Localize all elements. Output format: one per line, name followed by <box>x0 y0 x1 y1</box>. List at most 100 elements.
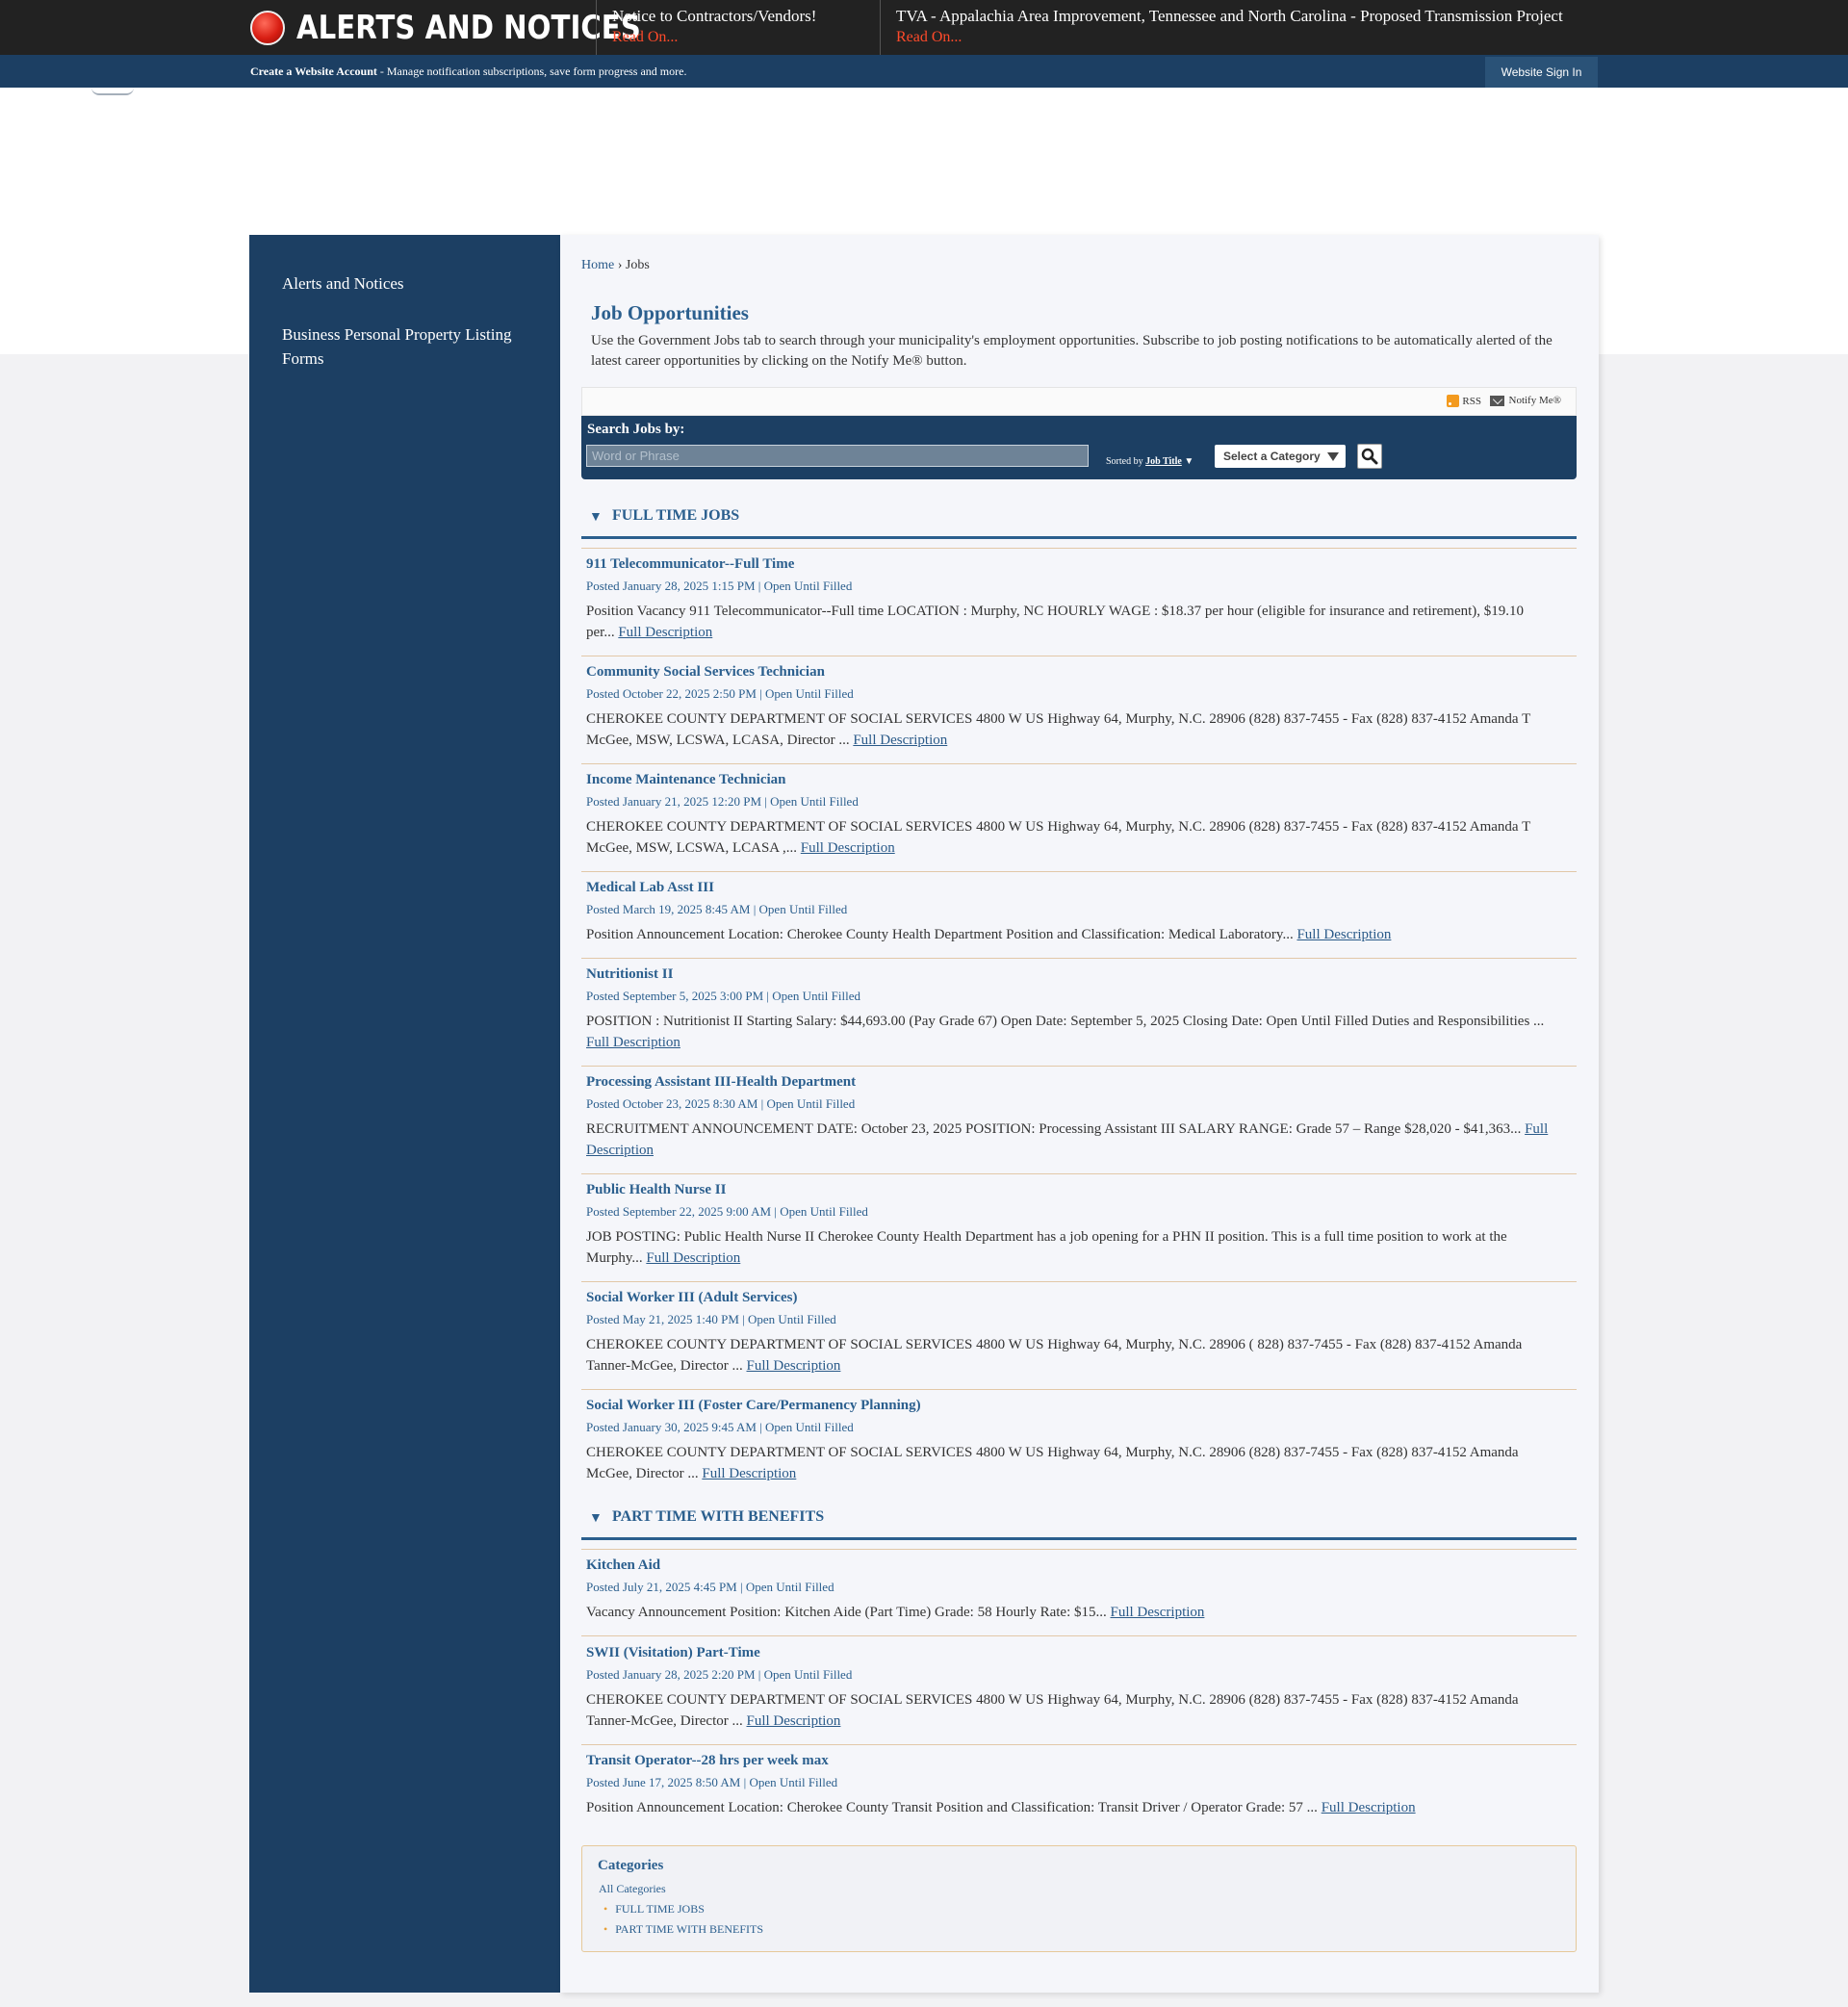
category-title: PART TIME WITH BENEFITS <box>612 1508 825 1525</box>
create-account-banner: Create a Website Account - Manage notifi… <box>250 55 686 88</box>
sidebar-item-business-personal-property[interactable]: Business Personal Property Listing Forms <box>282 322 542 371</box>
job-title-link[interactable]: Transit Operator--28 hrs per week max <box>586 1753 829 1769</box>
job-posted-meta: Posted June 17, 2025 8:50 AM | Open Unti… <box>586 1775 838 1789</box>
collapse-toggle-icon[interactable]: ▼ <box>589 1511 603 1527</box>
job-description-text: CHEROKEE COUNTY DEPARTMENT OF SOCIAL SER… <box>586 711 1530 748</box>
envelope-icon <box>1489 395 1504 406</box>
alert-bar: ALERTS AND NOTICES Notice to Contractors… <box>0 0 1848 55</box>
breadcrumb-current: Jobs <box>625 258 650 272</box>
alert-item[interactable]: TVA - Appalachia Area Improvement, Tenne… <box>880 0 1563 55</box>
job-listing: Kitchen Aid Posted July 21, 2025 4:45 PM… <box>581 1557 1577 1636</box>
job-description: CHEROKEE COUNTY DEPARTMENT OF SOCIAL SER… <box>586 1690 1553 1732</box>
alert-item[interactable]: Notice to Contractors/Vendors! Read On..… <box>596 0 816 55</box>
full-description-link[interactable]: Full Description <box>1296 927 1391 942</box>
full-description-link[interactable]: Full Description <box>586 1035 680 1050</box>
website-sign-in-button[interactable]: Website Sign In <box>1485 57 1598 88</box>
full-description-link[interactable]: Full Description <box>618 625 712 640</box>
category-header-part-time[interactable]: ▼ PART TIME WITH BENEFITS <box>581 1504 1577 1550</box>
sort-arrow-icon[interactable]: ▼ <box>1184 456 1194 467</box>
job-title-link[interactable]: Social Worker III (Adult Services) <box>586 1290 797 1306</box>
job-description-text: POSITION : Nutritionist II Starting Sala… <box>586 1014 1545 1029</box>
category-title: FULL TIME JOBS <box>612 507 740 524</box>
job-title-link[interactable]: Income Maintenance Technician <box>586 772 786 788</box>
job-title-link[interactable]: 911 Telecommunicator--Full Time <box>586 556 794 573</box>
account-bar: Create a Website Account - Manage notifi… <box>0 55 1848 88</box>
feed-bar: RSS Notify Me® <box>581 387 1577 416</box>
job-title-link[interactable]: Medical Lab Asst III <box>586 880 714 896</box>
categories-box: Categories All Categories FULL TIME JOBS… <box>581 1845 1577 1952</box>
rss-label: RSS <box>1462 395 1481 407</box>
job-posted-meta: Posted May 21, 2025 1:40 PM | Open Until… <box>586 1312 836 1326</box>
category-link-full-time[interactable]: FULL TIME JOBS <box>603 1902 705 1917</box>
create-account-description: - Manage notification subscriptions, sav… <box>376 64 687 78</box>
job-posted-meta: Posted January 21, 2025 12:20 PM | Open … <box>586 794 859 809</box>
job-posted-meta: Posted January 28, 2025 2:20 PM | Open U… <box>586 1667 853 1682</box>
search-icon <box>1361 448 1378 465</box>
job-description-text: Position Vacancy 911 Telecommunicator--F… <box>586 604 1525 640</box>
alert-item-title[interactable]: Notice to Contractors/Vendors! <box>612 6 816 27</box>
job-title-link[interactable]: Community Social Services Technician <box>586 664 825 681</box>
job-description-text: Vacancy Announcement Position: Kitchen A… <box>586 1605 1111 1620</box>
breadcrumb-home-link[interactable]: Home <box>581 258 614 272</box>
job-title-link[interactable]: Nutritionist II <box>586 966 673 983</box>
rss-icon <box>1447 395 1460 407</box>
search-input[interactable] <box>586 445 1089 467</box>
job-posted-meta: Posted January 30, 2025 9:45 AM | Open U… <box>586 1420 854 1434</box>
job-description: Position Announcement Location: Cherokee… <box>586 925 1553 946</box>
categories-title: Categories <box>598 1858 664 1873</box>
full-description-link[interactable]: Full Description <box>702 1466 796 1481</box>
job-description-text: Position Announcement Location: Cherokee… <box>586 927 1297 942</box>
category-link-part-time[interactable]: PART TIME WITH BENEFITS <box>603 1922 763 1937</box>
alerts-heading: ALERTS AND NOTICES <box>250 0 641 55</box>
job-description-text: RECRUITMENT ANNOUNCEMENT DATE: October 2… <box>586 1121 1526 1137</box>
alert-read-on-link[interactable]: Read On... <box>896 27 1563 48</box>
job-description-text: CHEROKEE COUNTY DEPARTMENT OF SOCIAL SER… <box>586 819 1530 856</box>
notify-me-label: Notify Me® <box>1508 395 1562 406</box>
notify-me-link[interactable]: Notify Me® <box>1489 395 1562 406</box>
full-description-link[interactable]: Full Description <box>1322 1800 1416 1815</box>
job-description: JOB POSTING: Public Health Nurse II Cher… <box>586 1227 1553 1269</box>
category-select[interactable]: Select a Category <box>1215 445 1346 468</box>
alert-item-title[interactable]: TVA - Appalachia Area Improvement, Tenne… <box>896 6 1563 27</box>
alert-icon <box>250 10 285 45</box>
job-listing: SWII (Visitation) Part-Time Posted Janua… <box>581 1645 1577 1745</box>
job-listing: Social Worker III (Foster Care/Permanenc… <box>581 1398 1577 1494</box>
alert-read-on-link[interactable]: Read On... <box>612 27 816 48</box>
main-content: Home › Jobs Job Opportunities Use the Go… <box>560 235 1599 1993</box>
full-description-link[interactable]: Full Description <box>646 1250 740 1266</box>
job-title-link[interactable]: Kitchen Aid <box>586 1557 660 1574</box>
sorted-by-prefix: Sorted by <box>1106 456 1143 467</box>
job-description-text: Position Announcement Location: Cherokee… <box>586 1800 1322 1815</box>
job-title-link[interactable]: Public Health Nurse II <box>586 1182 726 1198</box>
collapse-toggle-icon[interactable]: ▼ <box>589 510 603 526</box>
job-posted-meta: Posted October 23, 2025 8:30 AM | Open U… <box>586 1096 856 1111</box>
job-listing: Processing Assistant III-Health Departme… <box>581 1074 1577 1174</box>
job-description: CHEROKEE COUNTY DEPARTMENT OF SOCIAL SER… <box>586 709 1553 751</box>
all-categories-link[interactable]: All Categories <box>599 1882 666 1896</box>
search-label: Search Jobs by: <box>587 422 685 437</box>
job-listing: Transit Operator--28 hrs per week max Po… <box>581 1753 1577 1832</box>
category-header-full-time[interactable]: ▼ FULL TIME JOBS <box>581 502 1577 549</box>
logo[interactable] <box>91 88 134 95</box>
full-description-link[interactable]: Full Description <box>801 840 895 856</box>
sidebar-item-alerts-and-notices[interactable]: Alerts and Notices <box>282 271 542 296</box>
sort-control[interactable]: Sorted by Job Title ▼ <box>1106 456 1194 467</box>
create-account-link[interactable]: Create a Website Account <box>250 64 377 78</box>
rss-link[interactable]: RSS <box>1447 395 1481 407</box>
page-intro: Use the Government Jobs tab to search th… <box>591 333 1553 369</box>
alerts-title: ALERTS AND NOTICES <box>296 8 641 47</box>
job-description: Vacancy Announcement Position: Kitchen A… <box>586 1603 1553 1624</box>
full-description-link[interactable]: Full Description <box>747 1713 841 1729</box>
full-description-link[interactable]: Full Description <box>853 733 947 748</box>
sorted-by-value[interactable]: Job Title <box>1145 456 1182 467</box>
job-title-link[interactable]: SWII (Visitation) Part-Time <box>586 1645 760 1661</box>
job-description: Position Vacancy 911 Telecommunicator--F… <box>586 602 1553 643</box>
sidebar: Alerts and Notices Business Personal Pro… <box>249 235 560 1993</box>
divider <box>581 539 1577 549</box>
job-title-link[interactable]: Processing Assistant III-Health Departme… <box>586 1074 856 1091</box>
job-title-link[interactable]: Social Worker III (Foster Care/Permanenc… <box>586 1398 921 1414</box>
full-description-link[interactable]: Full Description <box>1111 1605 1205 1620</box>
divider <box>581 1540 1577 1550</box>
search-button[interactable] <box>1357 444 1382 469</box>
full-description-link[interactable]: Full Description <box>747 1358 841 1374</box>
